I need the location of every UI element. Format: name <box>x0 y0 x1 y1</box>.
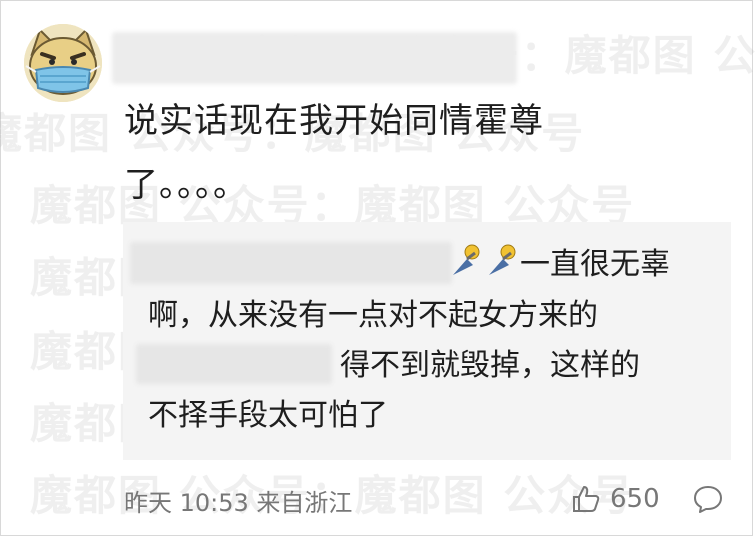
reply-line: 不择手段太可怕了 <box>148 398 388 433</box>
reply-line: 一直很无辜 <box>520 247 670 282</box>
comment-line: 说实话现在我开始同情霍尊 <box>124 101 544 141</box>
avatar[interactable] <box>24 24 102 102</box>
comment-bubble-icon[interactable] <box>692 483 724 515</box>
pushpin-emoji-icon <box>453 244 516 275</box>
reply-username-redacted <box>130 242 452 284</box>
like-count: 650 <box>610 484 660 514</box>
comment-line: 了。。。。 <box>124 165 248 205</box>
username-redacted <box>112 32 517 84</box>
reply-line: 啊，从来没有一点对不起女方来的 <box>148 298 598 333</box>
comment-body: 说实话现在我开始同情霍尊 了。。。。 <box>124 100 624 206</box>
thumbs-up-icon <box>573 486 600 512</box>
like-button[interactable]: 650 <box>570 481 660 517</box>
reply-text-redacted <box>136 344 332 384</box>
comment-meta: 昨天 10:53 来自浙江 <box>124 489 353 517</box>
reply-line: 得不到就毁掉，这样的 <box>340 348 640 383</box>
cat-mask-avatar-icon <box>24 24 102 102</box>
